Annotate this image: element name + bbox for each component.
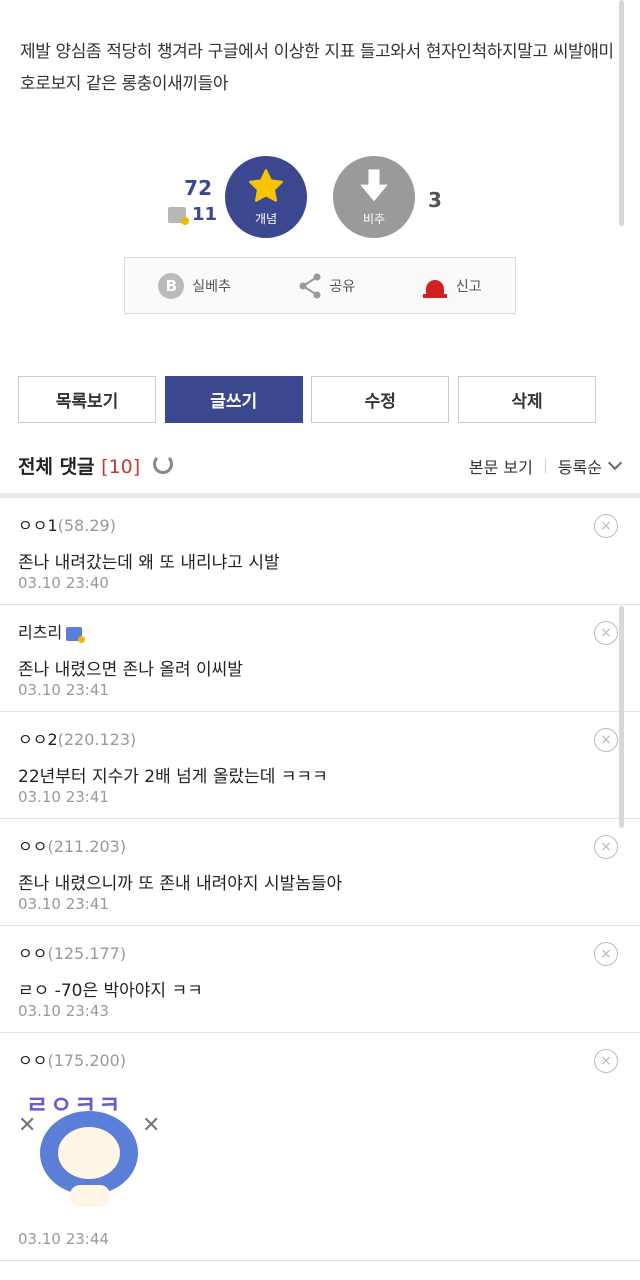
comment-date: 03.10 23:43 <box>18 1002 109 1020</box>
comment-content: 존나 내렸으니까 또 존내 내려야지 시발놈들아 <box>18 874 343 894</box>
comment-date: 03.10 23:40 <box>18 574 109 592</box>
share-icon <box>299 273 321 298</box>
real-downvote-label: 실베추 <box>192 278 231 295</box>
comment-item: ㅇㅇ(175.200) ㄹㅇㅋㅋ ✕ ✕ 03.10 23:44 × <box>0 1033 640 1261</box>
downvote-label: 비추 <box>362 211 386 226</box>
chevron-down-icon[interactable] <box>607 455 623 471</box>
comment-date: 03.10 23:41 <box>18 895 109 913</box>
refresh-icon[interactable] <box>153 454 173 474</box>
comment-item: ㅇㅇ2(220.123) 22년부터 지수가 2배 넘게 올랐는데 ㅋㅋㅋ 03… <box>0 712 640 819</box>
comment-options: 본문 보기 등록순 <box>469 454 623 478</box>
comment-author: ㅇㅇ(175.200) <box>18 1047 622 1071</box>
delete-comment-icon[interactable]: × <box>594 1049 618 1073</box>
comment-ip: (220.123) <box>57 730 137 749</box>
comment-author: ㅇㅇ(125.177) <box>18 940 622 964</box>
comment-item: ㅇㅇ1(58.29) 존나 내려갔는데 왜 또 내리냐고 시발 03.10 23… <box>0 498 640 605</box>
divider <box>544 459 546 473</box>
delete-button[interactable]: 삭제 <box>457 376 596 423</box>
delete-comment-icon[interactable]: × <box>594 728 618 752</box>
edit-button[interactable]: 수정 <box>311 376 450 423</box>
comment-nick[interactable]: ㅇㅇ1 <box>18 516 58 535</box>
cross-icon: ✕ <box>18 1113 37 1138</box>
comment-author: ㅇㅇ(211.203) <box>18 833 622 857</box>
comment-date: 03.10 23:41 <box>18 681 109 699</box>
comment-author: 리츠리 <box>18 619 622 643</box>
sort-dropdown[interactable]: 등록순 <box>558 454 602 478</box>
comment-count: [10] <box>101 456 141 478</box>
post-actions: B 실베추 공유 신고 <box>124 257 516 314</box>
post-body: 제발 양심좀 적당히 챙겨라 구글에서 이상한 지표 들고와서 현자인척하지말고… <box>20 42 614 94</box>
fixed-user-icon <box>168 206 189 225</box>
delete-comment-icon[interactable]: × <box>594 621 618 645</box>
lion-body-shape <box>70 1185 110 1207</box>
comment-nick[interactable]: ㅇㅇ2 <box>18 730 58 749</box>
comment-header: 전체 댓글 [10] 본문 보기 등록순 <box>0 446 640 484</box>
upvote-button[interactable]: 개념 <box>225 156 307 238</box>
comment-list: ㅇㅇ1(58.29) 존나 내려갔는데 왜 또 내리냐고 시발 03.10 23… <box>0 498 640 1261</box>
scrollbar-thumb-comments[interactable] <box>619 606 624 828</box>
comment-author: ㅇㅇ2(220.123) <box>18 726 622 750</box>
comment-item: ㅇㅇ(211.203) 존나 내렸으니까 또 존내 내려야지 시발놈들아 03.… <box>0 819 640 926</box>
comment-nick[interactable]: ㅇㅇ <box>18 1051 47 1070</box>
upvote-label: 개념 <box>254 211 278 226</box>
delete-comment-icon[interactable]: × <box>594 942 618 966</box>
view-post-link[interactable]: 본문 보기 <box>469 454 533 478</box>
arrow-down-icon <box>360 168 388 201</box>
report-label: 신고 <box>455 278 482 295</box>
comment-author: ㅇㅇ1(58.29) <box>18 512 622 536</box>
dccon-sticker[interactable]: ㄹㅇㅋㅋ ✕ ✕ <box>18 1085 168 1210</box>
real-downvote-button[interactable]: B 실베추 <box>158 272 231 299</box>
comment-header-title: 전체 댓글 [10] <box>18 452 140 479</box>
delete-comment-icon[interactable]: × <box>594 835 618 859</box>
comment-item: ㅇㅇ(125.177) ㄹㅇ -70은 박아야지 ㅋㅋ 03.10 23:43 … <box>0 926 640 1033</box>
star-icon <box>249 168 283 202</box>
comment-item: 리츠리 존나 내렸으면 존나 올려 이씨발 03.10 23:41 × <box>0 605 640 712</box>
share-label: 공유 <box>329 278 356 295</box>
comment-nick[interactable]: ㅇㅇ <box>18 837 47 856</box>
comment-ip: (175.200) <box>47 1051 127 1070</box>
fixed-upvote-row: 11 <box>168 204 217 225</box>
list-button[interactable]: 목록보기 <box>18 376 156 423</box>
write-button[interactable]: 글쓰기 <box>164 376 303 423</box>
comment-date: 03.10 23:41 <box>18 788 109 806</box>
lion-face-shape <box>58 1127 120 1179</box>
fixed-user-badge-icon <box>66 626 86 643</box>
comment-date: 03.10 23:44 <box>18 1230 109 1248</box>
comment-content: 존나 내렸으면 존나 올려 이씨발 <box>18 660 243 680</box>
comment-ip: (125.177) <box>47 944 127 963</box>
downvote-count: 3 <box>428 188 442 212</box>
comment-ip: (58.29) <box>57 516 116 535</box>
comment-title: 전체 댓글 <box>18 456 95 478</box>
b-icon: B <box>158 272 185 299</box>
upvote-count: 72 <box>184 176 212 200</box>
fixed-upvote-count: 11 <box>192 204 218 225</box>
comment-content: 22년부터 지수가 2배 넘게 올랐는데 ㅋㅋㅋ <box>18 767 328 787</box>
downvote-button[interactable]: 비추 <box>333 156 415 238</box>
report-button[interactable]: 신고 <box>422 274 482 298</box>
comment-content: ㄹㅇ -70은 박아야지 ㅋㅋ <box>18 981 203 1001</box>
share-button[interactable]: 공유 <box>298 273 356 299</box>
comment-content: 존나 내려갔는데 왜 또 내리냐고 시발 <box>18 553 280 573</box>
cross-icon: ✕ <box>142 1113 161 1138</box>
delete-comment-icon[interactable]: × <box>594 514 618 538</box>
post-button-row: 목록보기 글쓰기 수정 삭제 <box>18 376 596 423</box>
comment-nick[interactable]: 리츠리 <box>18 623 62 642</box>
comment-nick[interactable]: ㅇㅇ <box>18 944 47 963</box>
siren-icon <box>422 274 448 298</box>
vote-area: 72 11 개념 비추 3 <box>0 156 640 238</box>
comment-ip: (211.203) <box>47 837 127 856</box>
